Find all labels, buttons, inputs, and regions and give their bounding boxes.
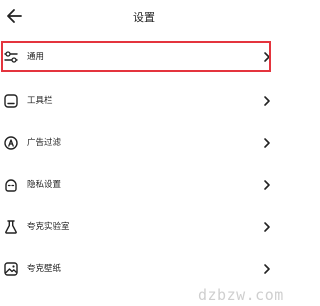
chevron-right-icon bbox=[264, 264, 270, 274]
settings-item-ad-filter[interactable]: 广告过滤 bbox=[0, 128, 288, 158]
chevron-right-icon bbox=[264, 138, 270, 148]
top-bar: 设置 bbox=[0, 0, 288, 34]
settings-item-label: 通用 bbox=[27, 52, 45, 62]
settings-item-label: 夸克壁纸 bbox=[27, 264, 62, 274]
wallpaper-icon bbox=[4, 262, 18, 276]
chevron-right-icon bbox=[264, 180, 270, 190]
sliders-icon bbox=[4, 51, 18, 63]
toolbar-icon bbox=[4, 94, 18, 108]
settings-item-toolbar[interactable]: 工具栏 bbox=[0, 86, 288, 116]
privacy-face-icon bbox=[5, 179, 17, 192]
ad-block-icon bbox=[4, 136, 18, 150]
watermark-text: dzbzw.com bbox=[198, 286, 284, 304]
settings-item-label: 广告过滤 bbox=[27, 138, 62, 148]
chevron-right-icon bbox=[264, 222, 270, 232]
settings-item-general[interactable]: 通用 bbox=[0, 42, 288, 72]
page-title: 设置 bbox=[133, 11, 155, 24]
settings-item-wallpaper[interactable]: 夸克壁纸 bbox=[0, 254, 288, 284]
chevron-right-icon bbox=[264, 52, 270, 62]
settings-item-privacy[interactable]: 隐私设置 bbox=[0, 170, 288, 200]
settings-item-label: 夸克实验室 bbox=[27, 222, 70, 232]
settings-item-lab[interactable]: 夸克实验室 bbox=[0, 212, 288, 242]
flask-icon bbox=[5, 220, 17, 234]
settings-item-label: 工具栏 bbox=[27, 96, 53, 106]
chevron-right-icon bbox=[264, 96, 270, 106]
settings-item-label: 隐私设置 bbox=[27, 180, 62, 190]
